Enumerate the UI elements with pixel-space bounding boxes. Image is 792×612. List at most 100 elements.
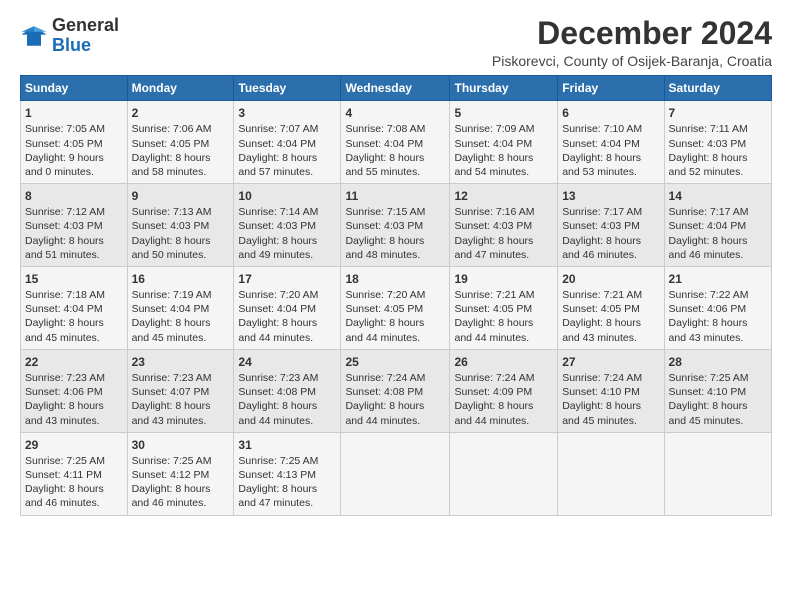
col-header-saturday: Saturday bbox=[664, 76, 771, 101]
day-info: and 45 minutes. bbox=[562, 414, 659, 428]
day-info: Sunset: 4:03 PM bbox=[238, 219, 336, 233]
week-row-2: 8Sunrise: 7:12 AMSunset: 4:03 PMDaylight… bbox=[21, 184, 772, 267]
day-info: Sunset: 4:03 PM bbox=[25, 219, 123, 233]
day-number: 1 bbox=[25, 105, 123, 121]
day-info: Sunrise: 7:24 AM bbox=[562, 371, 659, 385]
day-info: Sunrise: 7:14 AM bbox=[238, 205, 336, 219]
day-info: Daylight: 8 hours bbox=[132, 316, 230, 330]
day-info: Daylight: 8 hours bbox=[238, 482, 336, 496]
day-number: 13 bbox=[562, 188, 659, 204]
calendar-cell: 5Sunrise: 7:09 AMSunset: 4:04 PMDaylight… bbox=[450, 101, 558, 184]
day-number: 26 bbox=[454, 354, 553, 370]
calendar-cell: 25Sunrise: 7:24 AMSunset: 4:08 PMDayligh… bbox=[341, 349, 450, 432]
day-info: Daylight: 8 hours bbox=[669, 399, 767, 413]
day-info: and 57 minutes. bbox=[238, 165, 336, 179]
col-header-sunday: Sunday bbox=[21, 76, 128, 101]
calendar-cell: 17Sunrise: 7:20 AMSunset: 4:04 PMDayligh… bbox=[234, 266, 341, 349]
day-info: Daylight: 8 hours bbox=[25, 482, 123, 496]
day-info: Sunset: 4:05 PM bbox=[25, 137, 123, 151]
day-info: Sunset: 4:03 PM bbox=[132, 219, 230, 233]
day-info: Sunrise: 7:18 AM bbox=[25, 288, 123, 302]
calendar-table: SundayMondayTuesdayWednesdayThursdayFrid… bbox=[20, 75, 772, 515]
day-info: and 55 minutes. bbox=[345, 165, 445, 179]
day-info: Sunrise: 7:05 AM bbox=[25, 122, 123, 136]
col-header-friday: Friday bbox=[558, 76, 664, 101]
day-number: 4 bbox=[345, 105, 445, 121]
day-info: and 50 minutes. bbox=[132, 248, 230, 262]
day-info: Sunrise: 7:23 AM bbox=[132, 371, 230, 385]
day-info: and 46 minutes. bbox=[25, 496, 123, 510]
day-info: Daylight: 8 hours bbox=[562, 316, 659, 330]
day-info: Daylight: 8 hours bbox=[454, 399, 553, 413]
day-info: Sunrise: 7:08 AM bbox=[345, 122, 445, 136]
day-info: Daylight: 8 hours bbox=[132, 234, 230, 248]
day-info: Sunset: 4:11 PM bbox=[25, 468, 123, 482]
calendar-cell: 18Sunrise: 7:20 AMSunset: 4:05 PMDayligh… bbox=[341, 266, 450, 349]
day-info: Sunset: 4:05 PM bbox=[454, 302, 553, 316]
day-info: Daylight: 8 hours bbox=[454, 234, 553, 248]
day-info: and 45 minutes. bbox=[132, 331, 230, 345]
col-header-tuesday: Tuesday bbox=[234, 76, 341, 101]
calendar-cell bbox=[450, 432, 558, 515]
day-info: Sunrise: 7:11 AM bbox=[669, 122, 767, 136]
day-info: Sunset: 4:10 PM bbox=[562, 385, 659, 399]
day-info: Sunrise: 7:25 AM bbox=[238, 454, 336, 468]
day-info: Sunset: 4:05 PM bbox=[132, 137, 230, 151]
day-info: Sunset: 4:04 PM bbox=[454, 137, 553, 151]
day-number: 16 bbox=[132, 271, 230, 287]
day-info: Sunrise: 7:25 AM bbox=[132, 454, 230, 468]
day-info: Daylight: 8 hours bbox=[669, 234, 767, 248]
day-info: Sunset: 4:05 PM bbox=[345, 302, 445, 316]
day-info: and 43 minutes. bbox=[669, 331, 767, 345]
day-info: Sunrise: 7:10 AM bbox=[562, 122, 659, 136]
day-number: 30 bbox=[132, 437, 230, 453]
day-info: Daylight: 8 hours bbox=[132, 151, 230, 165]
calendar-cell: 4Sunrise: 7:08 AMSunset: 4:04 PMDaylight… bbox=[341, 101, 450, 184]
day-info: Sunset: 4:04 PM bbox=[669, 219, 767, 233]
day-info: Sunrise: 7:22 AM bbox=[669, 288, 767, 302]
logo-icon bbox=[20, 22, 48, 50]
day-number: 27 bbox=[562, 354, 659, 370]
calendar-cell: 7Sunrise: 7:11 AMSunset: 4:03 PMDaylight… bbox=[664, 101, 771, 184]
day-info: Daylight: 8 hours bbox=[562, 399, 659, 413]
day-info: and 45 minutes. bbox=[669, 414, 767, 428]
day-info: Sunrise: 7:21 AM bbox=[454, 288, 553, 302]
day-info: Daylight: 8 hours bbox=[25, 399, 123, 413]
day-info: Daylight: 8 hours bbox=[562, 151, 659, 165]
day-info: and 46 minutes. bbox=[132, 496, 230, 510]
logo-blue: Blue bbox=[52, 36, 119, 56]
day-info: Daylight: 8 hours bbox=[345, 316, 445, 330]
day-number: 5 bbox=[454, 105, 553, 121]
day-info: Daylight: 8 hours bbox=[454, 316, 553, 330]
day-info: and 52 minutes. bbox=[669, 165, 767, 179]
day-number: 8 bbox=[25, 188, 123, 204]
day-info: Sunset: 4:03 PM bbox=[562, 219, 659, 233]
week-row-5: 29Sunrise: 7:25 AMSunset: 4:11 PMDayligh… bbox=[21, 432, 772, 515]
calendar-cell: 22Sunrise: 7:23 AMSunset: 4:06 PMDayligh… bbox=[21, 349, 128, 432]
calendar-cell: 19Sunrise: 7:21 AMSunset: 4:05 PMDayligh… bbox=[450, 266, 558, 349]
day-info: and 44 minutes. bbox=[345, 331, 445, 345]
calendar-cell: 3Sunrise: 7:07 AMSunset: 4:04 PMDaylight… bbox=[234, 101, 341, 184]
day-number: 15 bbox=[25, 271, 123, 287]
day-info: Sunset: 4:09 PM bbox=[454, 385, 553, 399]
day-number: 23 bbox=[132, 354, 230, 370]
day-info: and 47 minutes. bbox=[238, 496, 336, 510]
calendar-cell: 28Sunrise: 7:25 AMSunset: 4:10 PMDayligh… bbox=[664, 349, 771, 432]
week-row-1: 1Sunrise: 7:05 AMSunset: 4:05 PMDaylight… bbox=[21, 101, 772, 184]
day-info: and 47 minutes. bbox=[454, 248, 553, 262]
calendar-cell bbox=[558, 432, 664, 515]
day-info: Sunrise: 7:21 AM bbox=[562, 288, 659, 302]
page-container: General Blue December 2024 Piskorevci, C… bbox=[0, 0, 792, 526]
calendar-cell: 6Sunrise: 7:10 AMSunset: 4:04 PMDaylight… bbox=[558, 101, 664, 184]
day-info: Sunrise: 7:20 AM bbox=[238, 288, 336, 302]
day-info: Daylight: 8 hours bbox=[345, 399, 445, 413]
header: General Blue December 2024 Piskorevci, C… bbox=[20, 16, 772, 69]
day-info: Daylight: 8 hours bbox=[25, 234, 123, 248]
day-number: 17 bbox=[238, 271, 336, 287]
day-info: Daylight: 8 hours bbox=[238, 234, 336, 248]
day-info: and 54 minutes. bbox=[454, 165, 553, 179]
day-info: and 45 minutes. bbox=[25, 331, 123, 345]
day-info: Sunrise: 7:13 AM bbox=[132, 205, 230, 219]
day-info: Sunset: 4:04 PM bbox=[562, 137, 659, 151]
calendar-cell: 26Sunrise: 7:24 AMSunset: 4:09 PMDayligh… bbox=[450, 349, 558, 432]
